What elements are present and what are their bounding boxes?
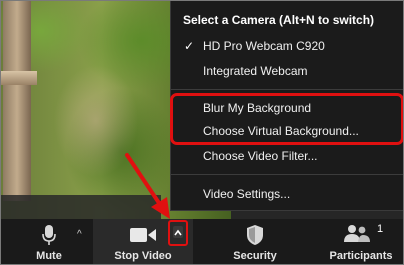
shield-icon — [247, 225, 263, 245]
meeting-toolbar: Mute ^ Stop Video Security 1 Participant… — [1, 219, 403, 264]
security-label: Security — [233, 250, 277, 262]
video-options-caret-highlight — [168, 220, 188, 246]
background-pillar — [3, 1, 31, 201]
chevron-up-icon[interactable]: ^ — [77, 229, 82, 240]
video-camera-icon — [130, 228, 156, 242]
participants-count: 1 — [377, 223, 384, 235]
zoom-window: Select a Camera (Alt+N to switch) ✓ HD P… — [0, 0, 404, 265]
people-icon — [344, 225, 370, 242]
camera-option-hd-pro[interactable]: HD Pro Webcam C920 — [203, 39, 325, 53]
menu-divider — [171, 89, 403, 90]
chevron-up-icon — [174, 229, 182, 236]
security-button[interactable]: Security — [215, 219, 295, 264]
mute-button[interactable]: Mute — [19, 219, 79, 264]
annotation-arrow — [125, 153, 170, 219]
video-settings-option[interactable]: Video Settings... — [203, 187, 290, 201]
participants-label: Participants — [329, 250, 393, 262]
participants-button[interactable]: 1 Participants — [321, 219, 401, 264]
background-pillar-cap — [1, 71, 37, 85]
mute-label: Mute — [36, 250, 62, 262]
menu-divider — [171, 174, 403, 175]
background-options-highlight — [170, 93, 403, 145]
camera-menu-title: Select a Camera (Alt+N to switch) — [183, 13, 375, 27]
microphone-icon — [42, 225, 56, 245]
stop-video-label: Stop Video — [114, 250, 172, 262]
video-filter-option[interactable]: Choose Video Filter... — [203, 149, 318, 163]
camera-option-integrated[interactable]: Integrated Webcam — [203, 64, 308, 78]
video-options-caret-button[interactable] — [173, 226, 183, 238]
check-icon: ✓ — [184, 39, 195, 53]
